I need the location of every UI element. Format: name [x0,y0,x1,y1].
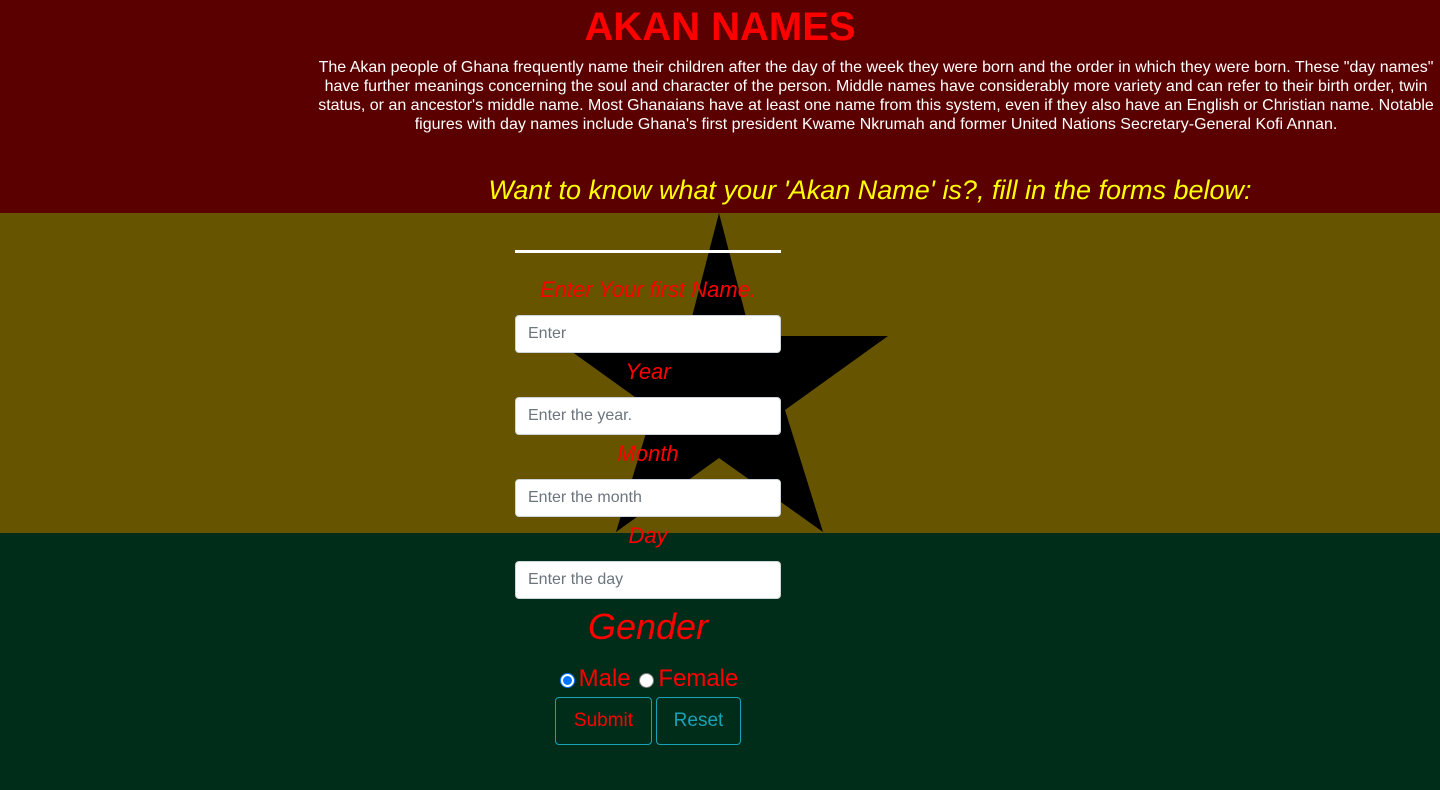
day-label: Day [628,523,668,548]
month-input[interactable] [515,479,781,517]
month-label: Month [617,441,679,466]
gender-option-female-label: Female [658,665,739,692]
year-input[interactable] [515,397,781,435]
submit-button[interactable]: Submit [555,697,652,745]
year-label: Year [625,359,671,384]
gender-radio-male[interactable] [559,673,575,688]
gender-radio-group: Male Female [515,664,781,694]
page-title: AKAN NAMES [584,5,856,49]
gender-label: Gender [587,606,709,647]
divider [515,250,781,253]
first-name-label: Enter Your first Name. [539,277,756,302]
day-input[interactable] [515,561,781,599]
gender-option-male-label: Male [578,665,631,692]
gender-radio-female[interactable] [639,673,655,688]
form-prompt: Want to know what your 'Akan Name' is?, … [488,175,1252,205]
reset-button[interactable]: Reset [656,697,741,745]
first-name-input[interactable] [515,315,781,353]
intro-paragraph: The Akan people of Ghana frequently name… [318,59,1434,133]
page: AKAN NAMES The Akan people of Ghana freq… [0,0,1440,790]
